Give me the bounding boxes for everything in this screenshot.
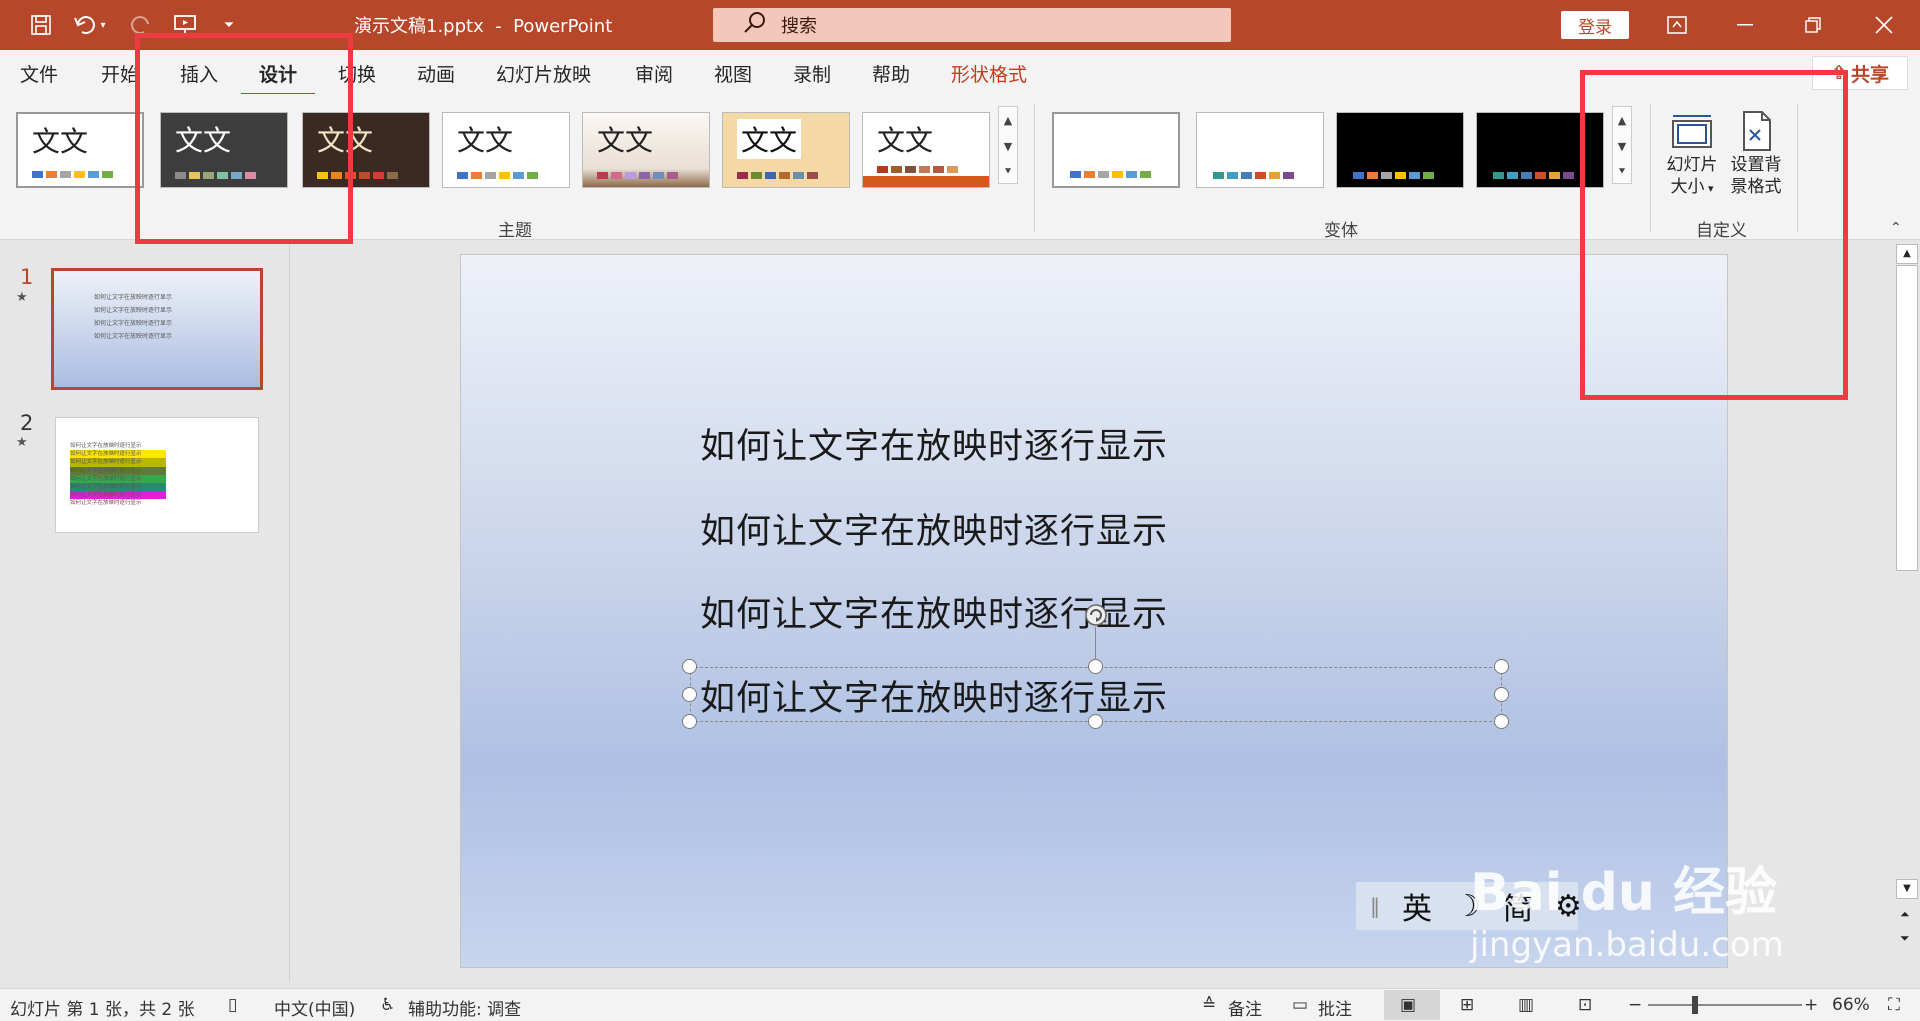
- group-separator: [1034, 104, 1035, 232]
- animation-star-icon: ★: [16, 290, 28, 305]
- gallery-more-icon[interactable]: ⯆: [999, 159, 1017, 185]
- tab-view[interactable]: 视图: [714, 60, 752, 87]
- zoom-in-icon[interactable]: +: [1804, 995, 1818, 1015]
- tab-shape-format[interactable]: 形状格式: [951, 60, 1027, 87]
- zoom-out-icon[interactable]: −: [1628, 995, 1642, 1015]
- slide-text-line-2[interactable]: 如何让文字在放映时逐行显示: [700, 503, 1168, 554]
- status-bar: 幻灯片 第 1 张，共 2 张 ▯ 中文(中国) ♿ 辅助功能: 调查 ≙ 备注…: [0, 988, 1920, 1021]
- theme-office[interactable]: 文文: [16, 112, 144, 188]
- slide-thumbnails-pane: 1 ★ 如何让文字在放映时逐行显示 如何让文字在放映时逐行显示 如何让文字在放映…: [0, 241, 290, 981]
- accessibility-icon[interactable]: ♿: [380, 995, 395, 1015]
- tab-record[interactable]: 录制: [793, 60, 831, 87]
- normal-view-glyph: ▣: [1400, 995, 1417, 1015]
- search-placeholder: 搜索: [781, 16, 817, 37]
- ribbon-display-options-icon[interactable]: [1643, 0, 1711, 50]
- resize-handle[interactable]: [682, 714, 697, 729]
- annotation-box-design-tab: [135, 33, 353, 244]
- comments-icon[interactable]: ▭: [1292, 995, 1308, 1015]
- variant-1[interactable]: [1052, 112, 1180, 188]
- tab-animations[interactable]: 动画: [417, 60, 455, 87]
- resize-handle[interactable]: [682, 659, 697, 674]
- notes-icon[interactable]: ≙: [1202, 995, 1216, 1015]
- slide-info: 幻灯片 第 1 张，共 2 张: [10, 1000, 195, 1020]
- next-slide-icon[interactable]: ⏷: [1900, 931, 1910, 946]
- tab-file[interactable]: 文件: [20, 60, 58, 87]
- resize-handle[interactable]: [1088, 659, 1103, 674]
- minimize-icon[interactable]: [1711, 0, 1779, 50]
- spelling-icon[interactable]: ▯: [228, 995, 237, 1015]
- scroll-thumb[interactable]: [1896, 265, 1918, 571]
- variant-3[interactable]: [1336, 112, 1464, 188]
- scroll-up-icon[interactable]: ▲: [1896, 244, 1918, 264]
- save-icon[interactable]: [26, 10, 56, 40]
- variant-2[interactable]: [1196, 112, 1324, 188]
- tab-review[interactable]: 审阅: [635, 60, 673, 87]
- animation-star-icon: ★: [16, 435, 28, 450]
- tab-help[interactable]: 帮助: [872, 60, 910, 87]
- theme-wood[interactable]: 文文: [582, 112, 710, 188]
- previous-slide-icon[interactable]: ⏶: [1900, 907, 1910, 922]
- gallery-down-icon[interactable]: ▼: [999, 133, 1017, 159]
- language-status[interactable]: 中文(中国): [274, 995, 355, 1020]
- restore-icon[interactable]: [1779, 0, 1847, 50]
- slide-thumbnail-1[interactable]: 如何让文字在放映时逐行显示 如何让文字在放映时逐行显示 如何让文字在放映时逐行显…: [51, 268, 263, 390]
- accessibility-status[interactable]: 辅助功能: 调查: [408, 995, 521, 1020]
- ime-mode-english[interactable]: 英: [1402, 884, 1432, 928]
- tab-slideshow[interactable]: 幻灯片放映: [496, 60, 591, 87]
- resize-handle[interactable]: [1494, 659, 1509, 674]
- scroll-down-icon[interactable]: ▼: [1896, 879, 1918, 899]
- resize-handle[interactable]: [1088, 714, 1103, 729]
- zoom-slider[interactable]: [1648, 1004, 1802, 1006]
- zoom-slider-thumb[interactable]: [1692, 996, 1698, 1014]
- collapse-ribbon-icon[interactable]: ⌃: [1890, 220, 1902, 236]
- tab-home[interactable]: 开始: [101, 60, 139, 87]
- zoom-level[interactable]: 66%: [1832, 995, 1870, 1015]
- themes-group-label: 主题: [498, 221, 532, 241]
- rotate-handle-icon[interactable]: [1084, 603, 1108, 627]
- theme-paper[interactable]: 文文: [722, 112, 850, 188]
- gallery-up-icon[interactable]: ▲: [999, 107, 1017, 133]
- notes-button[interactable]: 备注: [1228, 995, 1262, 1020]
- baidu-watermark-logo: Bai du 经验: [1470, 863, 1777, 923]
- search-icon: [741, 8, 781, 42]
- slide-sorter-icon[interactable]: ⊞: [1460, 995, 1474, 1015]
- resize-handle[interactable]: [1494, 687, 1509, 702]
- close-icon[interactable]: [1850, 0, 1918, 50]
- theme-ion[interactable]: 文文: [862, 112, 990, 188]
- search-box[interactable]: 搜索: [713, 8, 1231, 42]
- resize-handle[interactable]: [1494, 714, 1509, 729]
- undo-icon[interactable]: ▾: [70, 10, 110, 40]
- theme-facet[interactable]: 文文: [442, 112, 570, 188]
- slide-thumbnail-2[interactable]: 如何让文字在放映时逐行显示 如何让文字在放映时逐行显示 如何让文字在放映时逐行显…: [55, 417, 259, 533]
- annotation-box-customize: [1580, 70, 1848, 400]
- variants-group-label: 变体: [1324, 221, 1358, 241]
- vertical-scrollbar[interactable]: ▲ ▼ ⏶ ⏷: [1894, 241, 1920, 981]
- slideshow-icon[interactable]: ⊡: [1578, 995, 1592, 1015]
- slide-number-1: 1: [20, 265, 34, 289]
- ime-drag-handle[interactable]: ‖: [1370, 894, 1380, 918]
- themes-gallery-scroll[interactable]: ▲ ▼ ⯆: [998, 106, 1018, 184]
- comments-button[interactable]: 批注: [1318, 995, 1352, 1020]
- fit-to-window-icon[interactable]: ⛶: [1888, 995, 1900, 1015]
- reading-view-icon[interactable]: ▥: [1518, 995, 1534, 1015]
- slide-text-line-1[interactable]: 如何让文字在放映时逐行显示: [700, 418, 1168, 469]
- baidu-watermark-url: jingyan.baidu.com: [1470, 925, 1784, 965]
- login-button[interactable]: 登录: [1561, 11, 1629, 39]
- document-title: 演示文稿1.pptx - PowerPoint: [354, 16, 613, 37]
- resize-handle[interactable]: [682, 687, 697, 702]
- slide-number-2: 2: [20, 411, 34, 435]
